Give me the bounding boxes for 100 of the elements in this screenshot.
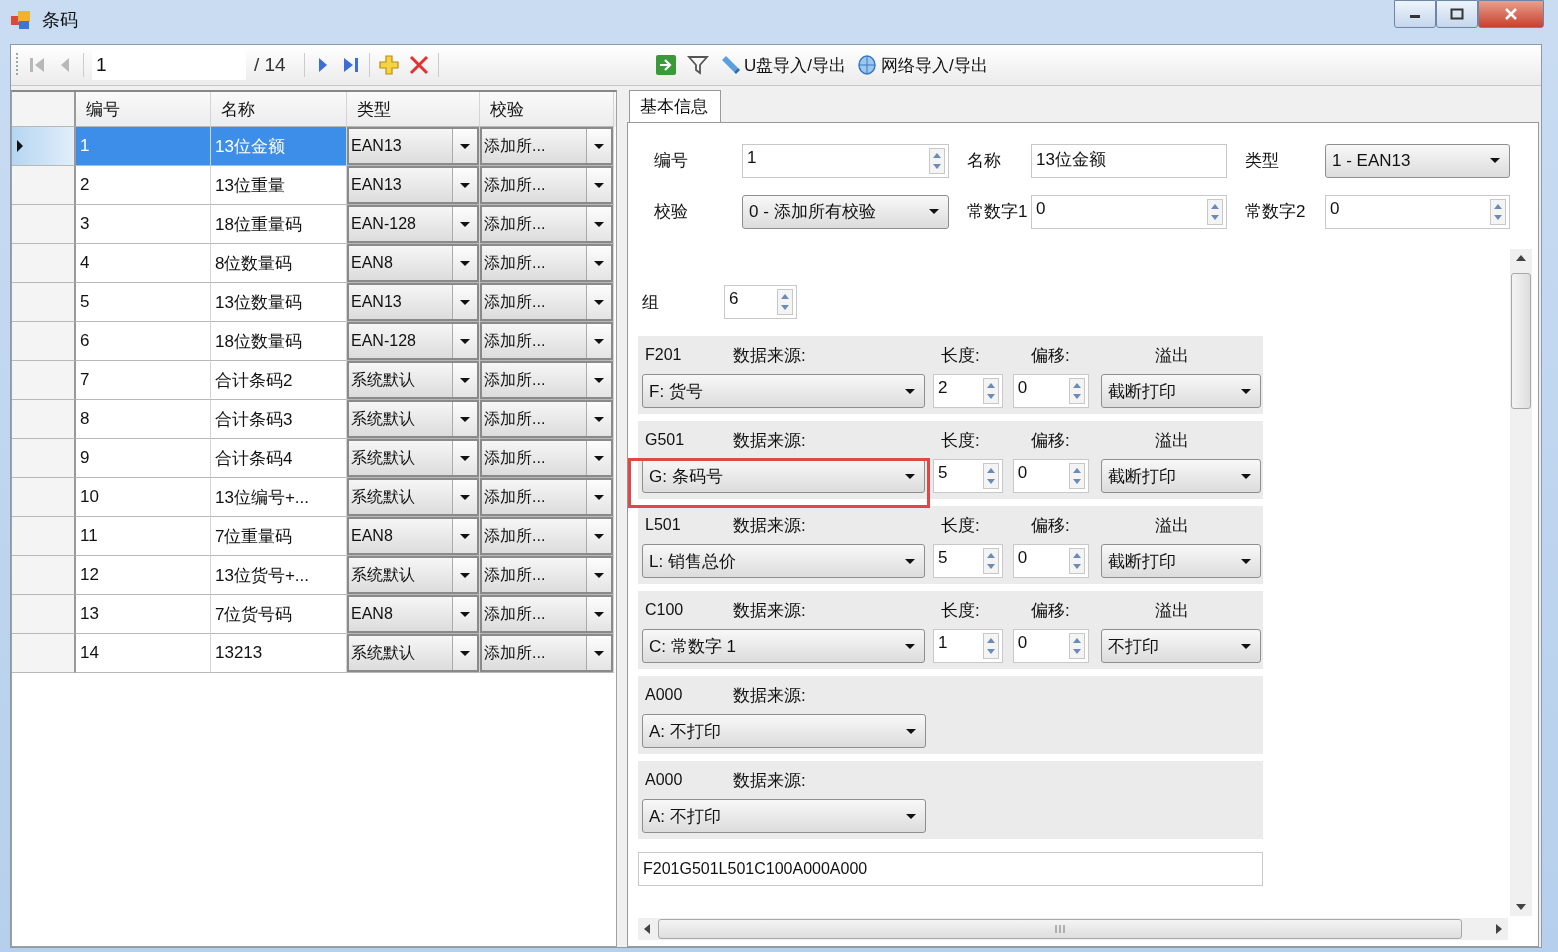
row-header[interactable] <box>12 127 76 166</box>
number-field[interactable]: 0 <box>1325 194 1510 229</box>
cell-dropdown[interactable]: 添加所... <box>482 402 611 436</box>
number-field[interactable]: 0 <box>1031 194 1227 229</box>
scroll-thumb[interactable] <box>1511 273 1531 409</box>
row-header[interactable] <box>12 595 76 634</box>
length-field[interactable]: 5 <box>933 459 1003 493</box>
source-dropdown[interactable]: G: 条码号 <box>642 459 925 493</box>
cell-dropdown[interactable]: 添加所... <box>482 441 611 475</box>
row-header[interactable] <box>12 634 76 673</box>
row-header[interactable] <box>12 244 76 283</box>
source-dropdown[interactable]: L: 销售总价 <box>642 544 925 578</box>
cell-dropdown[interactable]: EAN13 <box>349 168 477 202</box>
spin-buttons-icon[interactable] <box>982 463 999 489</box>
offset-field[interactable]: 0 <box>1012 374 1089 408</box>
spin-buttons-icon[interactable] <box>982 633 999 659</box>
overflow-dropdown[interactable]: 截断打印 <box>1100 459 1261 493</box>
last-record-icon[interactable] <box>341 55 361 75</box>
overflow-dropdown[interactable]: 不打印 <box>1100 629 1261 663</box>
scroll-down-icon[interactable] <box>1516 904 1526 910</box>
minimize-button[interactable] <box>1394 0 1436 28</box>
spin-buttons-icon[interactable] <box>1068 463 1085 489</box>
toolbar-button[interactable]: U盘导入/导出 <box>719 53 846 77</box>
offset-field[interactable]: 0 <box>1012 544 1089 578</box>
source-dropdown[interactable]: A: 不打印 <box>642 714 926 748</box>
delete-icon[interactable] <box>408 54 430 76</box>
row-header[interactable] <box>12 361 76 400</box>
source-dropdown[interactable]: F: 货号 <box>642 374 925 408</box>
cell-dropdown[interactable]: 添加所... <box>482 519 611 553</box>
add-icon[interactable] <box>378 54 400 76</box>
length-field[interactable]: 5 <box>933 544 1003 578</box>
offset-field[interactable]: 0 <box>1012 459 1089 493</box>
cell-dropdown[interactable]: 添加所... <box>482 480 611 514</box>
cell-dropdown[interactable]: EAN13 <box>349 129 477 163</box>
spin-buttons-icon[interactable] <box>1207 198 1223 225</box>
toolbar-button[interactable]: 网络导入/导出 <box>856 53 988 77</box>
cell-dropdown[interactable]: 添加所... <box>482 363 611 397</box>
cell-dropdown[interactable]: 添加所... <box>482 129 611 163</box>
spin-buttons-icon[interactable] <box>1068 378 1085 404</box>
row-header[interactable] <box>12 400 76 439</box>
row-header[interactable] <box>12 205 76 244</box>
scroll-left-icon[interactable] <box>644 924 650 934</box>
overflow-dropdown[interactable]: 截断打印 <box>1100 374 1261 408</box>
overflow-dropdown[interactable]: 截断打印 <box>1100 544 1261 578</box>
cell-dropdown[interactable]: 添加所... <box>482 246 611 280</box>
row-header[interactable] <box>12 283 76 322</box>
cell-dropdown[interactable]: EAN13 <box>349 285 477 319</box>
spin-buttons-icon[interactable] <box>1068 548 1085 574</box>
first-record-icon[interactable] <box>27 55 47 75</box>
offset-field[interactable]: 0 <box>1012 629 1089 663</box>
length-field[interactable]: 1 <box>933 629 1003 663</box>
result-field[interactable]: F201G501L501C100A000A000 <box>638 852 1263 886</box>
cell-dropdown[interactable]: EAN8 <box>349 519 477 553</box>
spin-buttons-icon[interactable] <box>777 289 793 315</box>
cell-dropdown[interactable]: 系统默认 <box>349 402 477 436</box>
row-header[interactable] <box>12 439 76 478</box>
row-header[interactable] <box>12 517 76 556</box>
scroll-thumb[interactable] <box>658 919 1462 939</box>
cell-dropdown[interactable]: 添加所... <box>482 168 611 202</box>
cell-dropdown[interactable]: 系统默认 <box>349 441 477 475</box>
row-header[interactable] <box>12 322 76 361</box>
source-dropdown[interactable]: A: 不打印 <box>642 799 926 833</box>
length-field[interactable]: 2 <box>933 374 1003 408</box>
dropdown[interactable]: 0 - 添加所有校验 <box>742 194 949 229</box>
vertical-scrollbar[interactable] <box>1510 249 1532 916</box>
spin-buttons-icon[interactable] <box>982 378 999 404</box>
cell-dropdown[interactable]: 添加所... <box>482 324 611 358</box>
maximize-button[interactable] <box>1436 0 1478 28</box>
scroll-up-icon[interactable] <box>1516 255 1526 261</box>
text-field[interactable]: 13位金额 <box>1031 143 1227 178</box>
cell-dropdown[interactable]: 添加所... <box>482 597 611 631</box>
number-field[interactable]: 1 <box>742 143 949 178</box>
cell-dropdown[interactable]: 系统默认 <box>349 480 477 514</box>
source-dropdown[interactable]: C: 常数字 1 <box>642 629 925 663</box>
scroll-right-icon[interactable] <box>1496 924 1502 934</box>
cell-dropdown[interactable]: EAN8 <box>349 597 477 631</box>
row-header[interactable] <box>12 478 76 517</box>
export-icon[interactable] <box>655 54 677 76</box>
row-header[interactable] <box>12 556 76 595</box>
horizontal-scrollbar[interactable] <box>638 918 1508 940</box>
cell-dropdown[interactable]: EAN8 <box>349 246 477 280</box>
cell-dropdown[interactable]: 系统默认 <box>349 363 477 397</box>
number-field[interactable]: 6 <box>724 285 797 319</box>
cell-dropdown[interactable]: EAN-128 <box>349 207 477 241</box>
position-field[interactable]: 1 <box>92 50 246 80</box>
cell-dropdown[interactable]: 添加所... <box>482 285 611 319</box>
spin-buttons-icon[interactable] <box>1068 633 1085 659</box>
tab[interactable]: 基本信息 <box>629 90 721 122</box>
cell-dropdown[interactable]: 添加所... <box>482 636 611 670</box>
spin-buttons-icon[interactable] <box>982 548 999 574</box>
row-header[interactable] <box>12 166 76 205</box>
close-button[interactable] <box>1478 0 1544 28</box>
cell-dropdown[interactable]: 系统默认 <box>349 558 477 592</box>
cell-dropdown[interactable]: 添加所... <box>482 207 611 241</box>
cell-dropdown[interactable]: 添加所... <box>482 558 611 592</box>
cell-dropdown[interactable]: EAN-128 <box>349 324 477 358</box>
dropdown[interactable]: 1 - EAN13 <box>1325 143 1510 178</box>
spin-buttons-icon[interactable] <box>1490 198 1506 225</box>
filter-icon[interactable] <box>687 54 709 76</box>
cell-dropdown[interactable]: 系统默认 <box>349 636 477 670</box>
